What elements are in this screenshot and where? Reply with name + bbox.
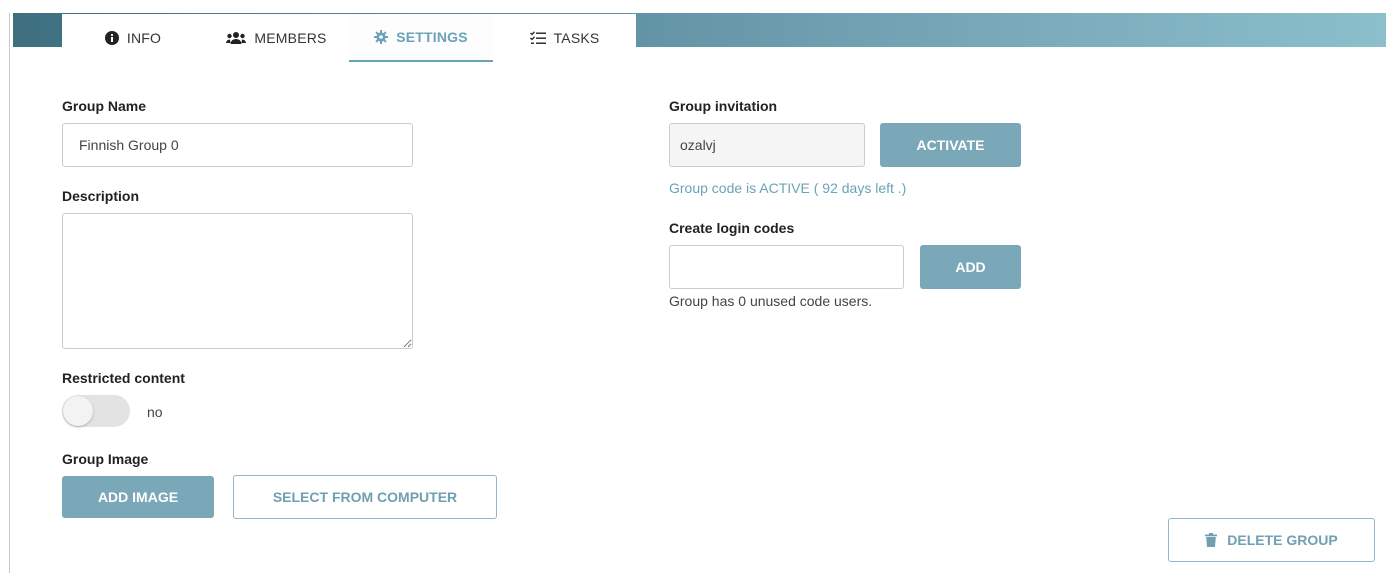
users-icon [226, 32, 247, 44]
tab-info-label: INFO [126, 30, 162, 46]
unused-code-users-info: Group has 0 unused code users. [669, 293, 873, 309]
description-label: Description [62, 188, 140, 204]
info-circle-icon [104, 31, 119, 45]
group-image-label: Group Image [62, 451, 149, 467]
create-login-codes-label: Create login codes [669, 220, 795, 236]
toggle-knob [63, 396, 93, 426]
group-invitation-label: Group invitation [669, 98, 778, 114]
tab-bar: INFO MEMBERS SETTINGS TASKS [62, 14, 636, 64]
page-frame-border [9, 13, 10, 573]
restricted-content-state: no [147, 404, 163, 420]
login-codes-input[interactable] [669, 245, 904, 289]
gear-icon [374, 30, 389, 44]
tab-settings-label: SETTINGS [396, 29, 468, 45]
tab-settings[interactable]: SETTINGS [349, 14, 493, 62]
restricted-content-label: Restricted content [62, 370, 185, 386]
restricted-content-toggle[interactable] [62, 395, 130, 427]
group-name-label: Group Name [62, 98, 147, 114]
tab-info[interactable]: INFO [62, 14, 204, 62]
select-from-computer-button[interactable]: SELECT FROM COMPUTER [233, 475, 497, 519]
tab-members-label: MEMBERS [254, 30, 327, 46]
delete-group-button[interactable]: DELETE GROUP [1168, 518, 1375, 562]
trash-icon [1205, 533, 1218, 547]
delete-group-label: DELETE GROUP [1227, 532, 1338, 548]
activate-button[interactable]: ACTIVATE [880, 123, 1021, 167]
add-image-button[interactable]: ADD IMAGE [62, 476, 214, 518]
tab-members[interactable]: MEMBERS [204, 14, 349, 62]
description-textarea[interactable] [62, 213, 413, 349]
task-list-icon [529, 31, 546, 44]
group-name-input[interactable] [62, 123, 413, 167]
tab-tasks[interactable]: TASKS [493, 14, 636, 62]
tab-tasks-label: TASKS [553, 30, 600, 46]
invitation-status: Group code is ACTIVE ( 92 days left .) [669, 180, 907, 196]
invitation-code-input[interactable] [669, 123, 865, 167]
add-login-codes-button[interactable]: ADD [920, 245, 1021, 289]
